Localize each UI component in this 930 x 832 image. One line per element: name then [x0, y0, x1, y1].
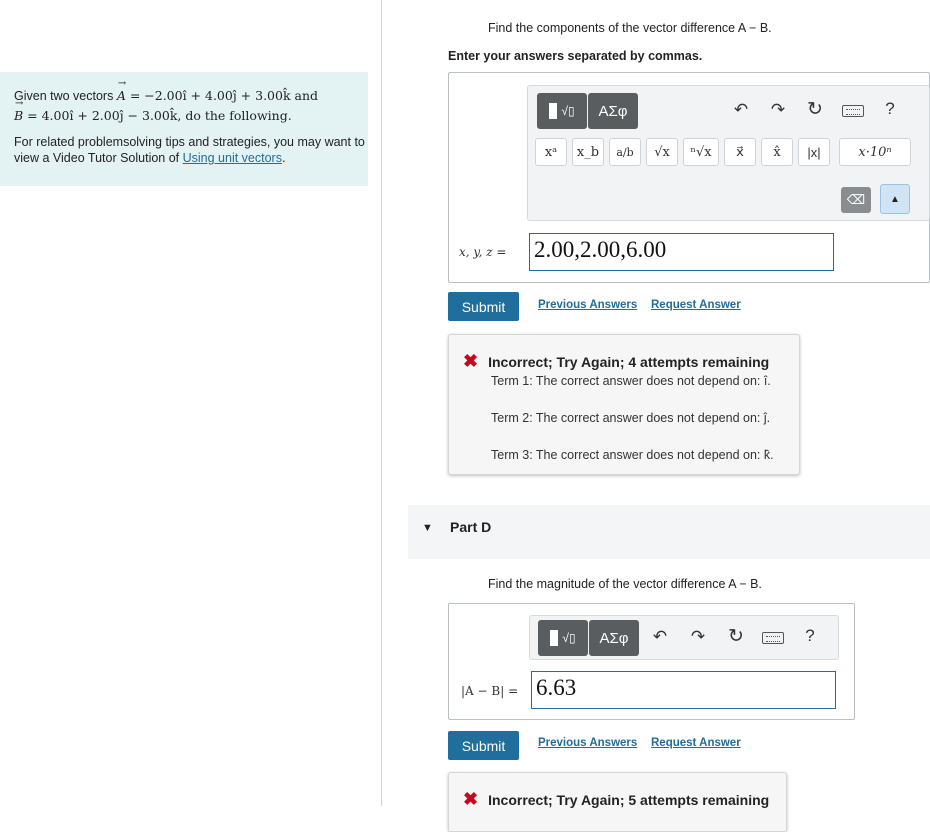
vector-b-symbol: B: [14, 94, 24, 126]
part-d-title: Part D: [450, 519, 492, 535]
abs-value-button[interactable]: |x|: [798, 138, 830, 166]
feedback-term-2: Term 2: The correct answer does not depe…: [491, 411, 771, 425]
part-d-feedback-title: ✖ Incorrect; Try Again; 5 attempts remain…: [463, 789, 769, 810]
part-c-feedback-text: Incorrect; Try Again; 4 attempts remaini…: [488, 354, 770, 370]
vector-button[interactable]: x⃗: [724, 138, 756, 166]
part-d-undo-icon[interactable]: ↶: [650, 627, 670, 647]
magnitude-answer-field[interactable]: 6.63: [531, 671, 836, 709]
redo-icon[interactable]: ↷: [768, 100, 788, 120]
vector-a-symbol: A: [117, 74, 126, 106]
superscript-button[interactable]: xᵃ: [535, 138, 567, 166]
nth-root-button[interactable]: ⁿ√x: [683, 138, 719, 166]
part-d-redo-icon[interactable]: ↷: [688, 627, 708, 647]
components-answer-field[interactable]: 2.00,2.00,6.00: [529, 233, 834, 271]
part-d-sqrt-template-icon: √▯: [562, 631, 576, 645]
field-label-xyz: x, y, z =: [459, 245, 507, 259]
sci-notation-button[interactable]: x·10ⁿ: [839, 138, 911, 166]
keyboard-toggle-icon[interactable]: ▲: [880, 184, 910, 214]
collapse-triangle-icon[interactable]: ▼: [422, 522, 433, 534]
help-icon[interactable]: ?: [880, 99, 900, 119]
part-d-reset-icon[interactable]: ↻: [725, 625, 747, 648]
vector-a-expression: = −2.00î + 4.00ĵ + 3.00k̂ and: [125, 88, 319, 103]
sqrt-button[interactable]: √x: [646, 138, 678, 166]
tip-end: .: [281, 151, 286, 165]
part-d-keyboard-icon[interactable]: [760, 629, 786, 649]
part-c-feedback: ✖ Incorrect; Try Again; 4 attempts remain…: [448, 334, 800, 475]
undo-icon[interactable]: ↶: [731, 100, 751, 120]
part-c-request-answer-link[interactable]: Request Answer: [651, 299, 741, 311]
intro-panel: Given two vectors A = −2.00î + 4.00ĵ + 3…: [0, 72, 368, 186]
part-c-feedback-title: ✖ Incorrect; Try Again; 4 attempts remain…: [463, 351, 769, 372]
part-c-answer-box: √▯ ΑΣφ ↶ ↷ ↻ ? xᵃ x_b a/b √x ⁿ√x x⃗ x̂ |…: [448, 72, 930, 283]
part-d-request-answer-link[interactable]: Request Answer: [651, 737, 741, 749]
part-c-prompt: Find the components of the vector differ…: [488, 21, 772, 35]
backspace-icon[interactable]: ⌫: [841, 187, 871, 213]
part-d-answer-box: √▯ ΑΣφ ↶ ↷ ↻ ? |A − B| = 6.63: [448, 603, 855, 720]
part-c-instruction: Enter your answers separated by commas.: [448, 49, 703, 63]
part-d-previous-answers-link[interactable]: Previous Answers: [538, 737, 637, 749]
feedback-term-3: Term 3: The correct answer does not depe…: [491, 448, 774, 462]
part-c-previous-answers-link[interactable]: Previous Answers: [538, 299, 637, 311]
feedback-term-1: Term 1: The correct answer does not depe…: [491, 374, 771, 388]
part-d-header[interactable]: ▼ Part D: [408, 505, 930, 559]
column-divider: [381, 0, 382, 806]
part-d-help-icon[interactable]: ?: [800, 626, 820, 646]
reset-icon[interactable]: ↻: [804, 98, 826, 121]
part-d-math-toolbar: √▯ ΑΣφ ↶ ↷ ↻ ?: [529, 615, 839, 660]
greek-button[interactable]: ΑΣφ: [588, 93, 638, 129]
part-d-greek-button[interactable]: ΑΣφ: [589, 620, 639, 656]
incorrect-x-icon: ✖: [463, 351, 479, 371]
part-d-submit-button[interactable]: Submit: [448, 731, 519, 760]
part-d-incorrect-x-icon: ✖: [463, 789, 479, 809]
template-block-icon: [549, 103, 558, 119]
fraction-button[interactable]: a/b: [609, 138, 641, 166]
templates-button[interactable]: √▯: [537, 93, 587, 129]
given-prefix: Given two vectors: [14, 89, 117, 103]
keyboard-icon[interactable]: [840, 102, 866, 122]
part-d-feedback: ✖ Incorrect; Try Again; 5 attempts remain…: [448, 772, 787, 832]
unit-vector-button[interactable]: x̂: [761, 138, 793, 166]
subscript-button[interactable]: x_b: [572, 138, 604, 166]
part-d-prompt: Find the magnitude of the vector differe…: [488, 577, 762, 591]
part-d-template-block-icon: [550, 630, 559, 646]
sqrt-template-icon: √▯: [561, 104, 575, 118]
vector-b-expression: = 4.00î + 2.00ĵ − 3.00k̂, do the followi…: [23, 108, 292, 123]
part-d-templates-button[interactable]: √▯: [538, 620, 588, 656]
tip-text: For related problemsolving tips and stra…: [14, 134, 368, 166]
given-vectors-line: Given two vectors A = −2.00î + 4.00ĵ + 3…: [14, 74, 368, 106]
math-toolbar: √▯ ΑΣφ ↶ ↷ ↻ ? xᵃ x_b a/b √x ⁿ√x x⃗ x̂ |…: [527, 85, 930, 221]
vector-b-line: B = 4.00î + 2.00ĵ − 3.00k̂, do the follo…: [14, 94, 368, 126]
part-c-submit-button[interactable]: Submit: [448, 292, 519, 321]
field-label-magnitude: |A − B| =: [461, 684, 519, 698]
video-tutor-link[interactable]: Using unit vectors: [183, 151, 282, 165]
